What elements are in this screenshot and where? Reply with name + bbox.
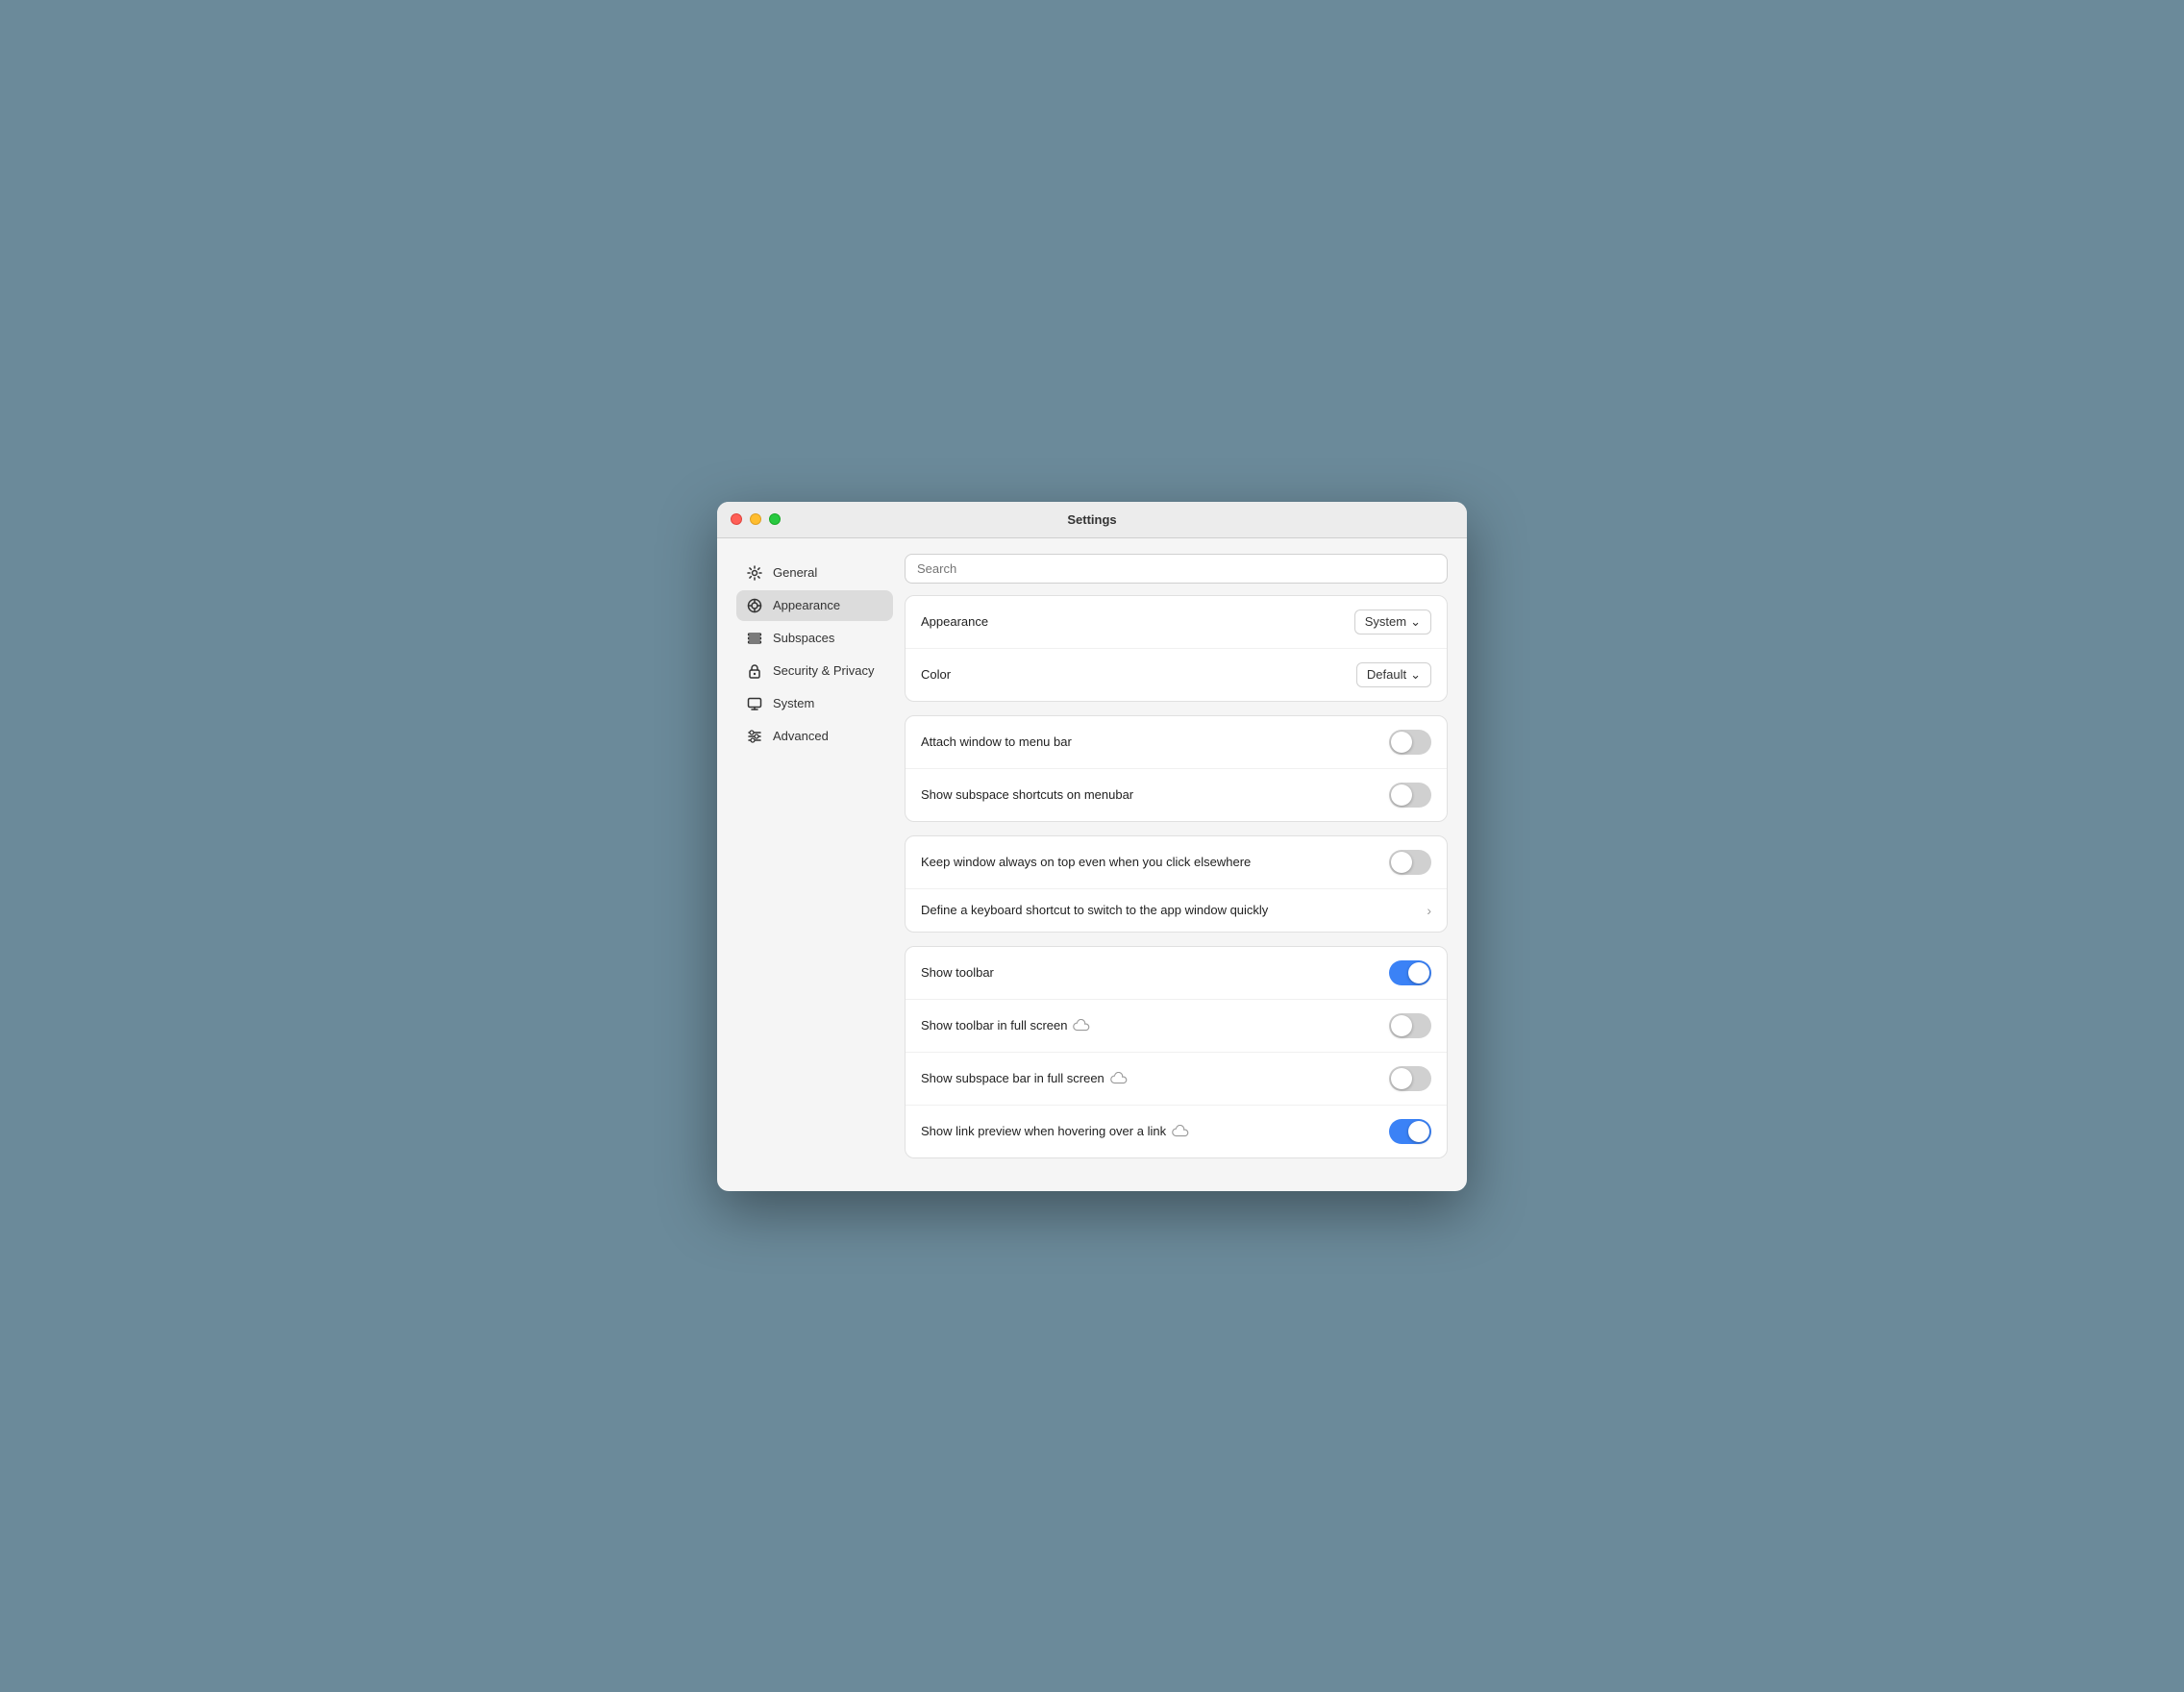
show-toolbar-row: Show toolbar <box>906 947 1447 1000</box>
sidebar-item-appearance[interactable]: Appearance <box>736 590 893 621</box>
window-title: Settings <box>1067 512 1116 527</box>
attach-window-row: Attach window to menu bar <box>906 716 1447 769</box>
maximize-button[interactable] <box>769 513 781 525</box>
keyboard-shortcut-label: Define a keyboard shortcut to switch to … <box>921 903 1268 917</box>
search-input[interactable] <box>905 554 1448 584</box>
show-shortcuts-row: Show subspace shortcuts on menubar <box>906 769 1447 821</box>
toggle-knob-3 <box>1391 852 1412 873</box>
cloud-icon-3 <box>1172 1125 1189 1138</box>
toolbar-fullscreen-label: Show toolbar in full screen <box>921 1018 1090 1033</box>
link-preview-toggle[interactable] <box>1389 1119 1431 1144</box>
appearance-row: Appearance System ⌄ <box>906 596 1447 649</box>
toggle-knob-4 <box>1408 962 1429 983</box>
minimize-button[interactable] <box>750 513 761 525</box>
main-content: Appearance System ⌄ Color Default ⌄ <box>905 538 1467 1191</box>
color-label: Color <box>921 667 951 682</box>
appearance-dropdown[interactable]: System ⌄ <box>1354 610 1431 634</box>
sidebar: General Appearance <box>717 538 905 1191</box>
titlebar: Settings <box>717 502 1467 538</box>
show-shortcuts-toggle[interactable] <box>1389 783 1431 808</box>
sidebar-nav: General Appearance <box>736 558 893 752</box>
appearance-dropdown-value: System <box>1365 614 1406 629</box>
search-area <box>905 538 1448 595</box>
subspace-bar-fullscreen-label: Show subspace bar in full screen <box>921 1071 1128 1085</box>
chevron-down-icon-2: ⌄ <box>1410 667 1421 683</box>
toggle-knob-5 <box>1391 1015 1412 1036</box>
toolbar-fullscreen-row: Show toolbar in full screen <box>906 1000 1447 1053</box>
sidebar-item-general-label: General <box>773 565 817 580</box>
color-row: Color Default ⌄ <box>906 649 1447 701</box>
keep-on-top-toggle[interactable] <box>1389 850 1431 875</box>
link-preview-label: Show link preview when hovering over a l… <box>921 1124 1189 1138</box>
chevron-right-icon: › <box>1427 903 1431 918</box>
sidebar-item-advanced-label: Advanced <box>773 729 829 743</box>
toggle-knob <box>1391 732 1412 753</box>
appearance-icon <box>746 597 763 614</box>
show-toolbar-toggle[interactable] <box>1389 960 1431 985</box>
sliders-icon <box>746 728 763 745</box>
behavior-section: Keep window always on top even when you … <box>905 835 1448 933</box>
keep-on-top-label: Keep window always on top even when you … <box>921 855 1251 869</box>
cloud-icon-1 <box>1073 1019 1090 1033</box>
subspace-bar-fullscreen-row: Show subspace bar in full screen <box>906 1053 1447 1106</box>
subspace-bar-fullscreen-toggle[interactable] <box>1389 1066 1431 1091</box>
close-button[interactable] <box>731 513 742 525</box>
sidebar-item-subspaces-label: Subspaces <box>773 631 834 645</box>
toggle-knob-6 <box>1391 1068 1412 1089</box>
show-toolbar-label: Show toolbar <box>921 965 994 980</box>
keep-on-top-row: Keep window always on top even when you … <box>906 836 1447 889</box>
monitor-icon <box>746 695 763 712</box>
sidebar-item-system[interactable]: System <box>736 688 893 719</box>
toolbar-fullscreen-toggle[interactable] <box>1389 1013 1431 1038</box>
sidebar-item-general[interactable]: General <box>736 558 893 588</box>
show-shortcuts-label: Show subspace shortcuts on menubar <box>921 787 1133 802</box>
toggle-knob-7 <box>1408 1121 1429 1142</box>
chevron-down-icon: ⌄ <box>1410 614 1421 630</box>
link-preview-row: Show link preview when hovering over a l… <box>906 1106 1447 1157</box>
color-dropdown-value: Default <box>1367 667 1406 682</box>
toggle-knob-2 <box>1391 784 1412 806</box>
sidebar-item-security-label: Security & Privacy <box>773 663 874 678</box>
color-dropdown[interactable]: Default ⌄ <box>1356 662 1431 687</box>
sidebar-item-security[interactable]: Security & Privacy <box>736 656 893 686</box>
window-content: General Appearance <box>717 538 1467 1191</box>
sidebar-item-system-label: System <box>773 696 814 710</box>
sidebar-item-appearance-label: Appearance <box>773 598 840 612</box>
traffic-lights <box>731 513 781 525</box>
sidebar-item-subspaces[interactable]: Subspaces <box>736 623 893 654</box>
window-section: Attach window to menu bar Show subspace … <box>905 715 1448 822</box>
sidebar-item-advanced[interactable]: Advanced <box>736 721 893 752</box>
lock-icon <box>746 662 763 680</box>
keyboard-shortcut-row[interactable]: Define a keyboard shortcut to switch to … <box>906 889 1447 932</box>
appearance-label: Appearance <box>921 614 988 629</box>
settings-window: Settings General <box>717 502 1467 1191</box>
subspaces-icon <box>746 630 763 647</box>
toolbar-section: Show toolbar Show toolbar in full screen <box>905 946 1448 1158</box>
cloud-icon-2 <box>1110 1072 1128 1085</box>
appearance-section: Appearance System ⌄ Color Default ⌄ <box>905 595 1448 702</box>
attach-window-label: Attach window to menu bar <box>921 734 1072 749</box>
gear-icon <box>746 564 763 582</box>
attach-window-toggle[interactable] <box>1389 730 1431 755</box>
